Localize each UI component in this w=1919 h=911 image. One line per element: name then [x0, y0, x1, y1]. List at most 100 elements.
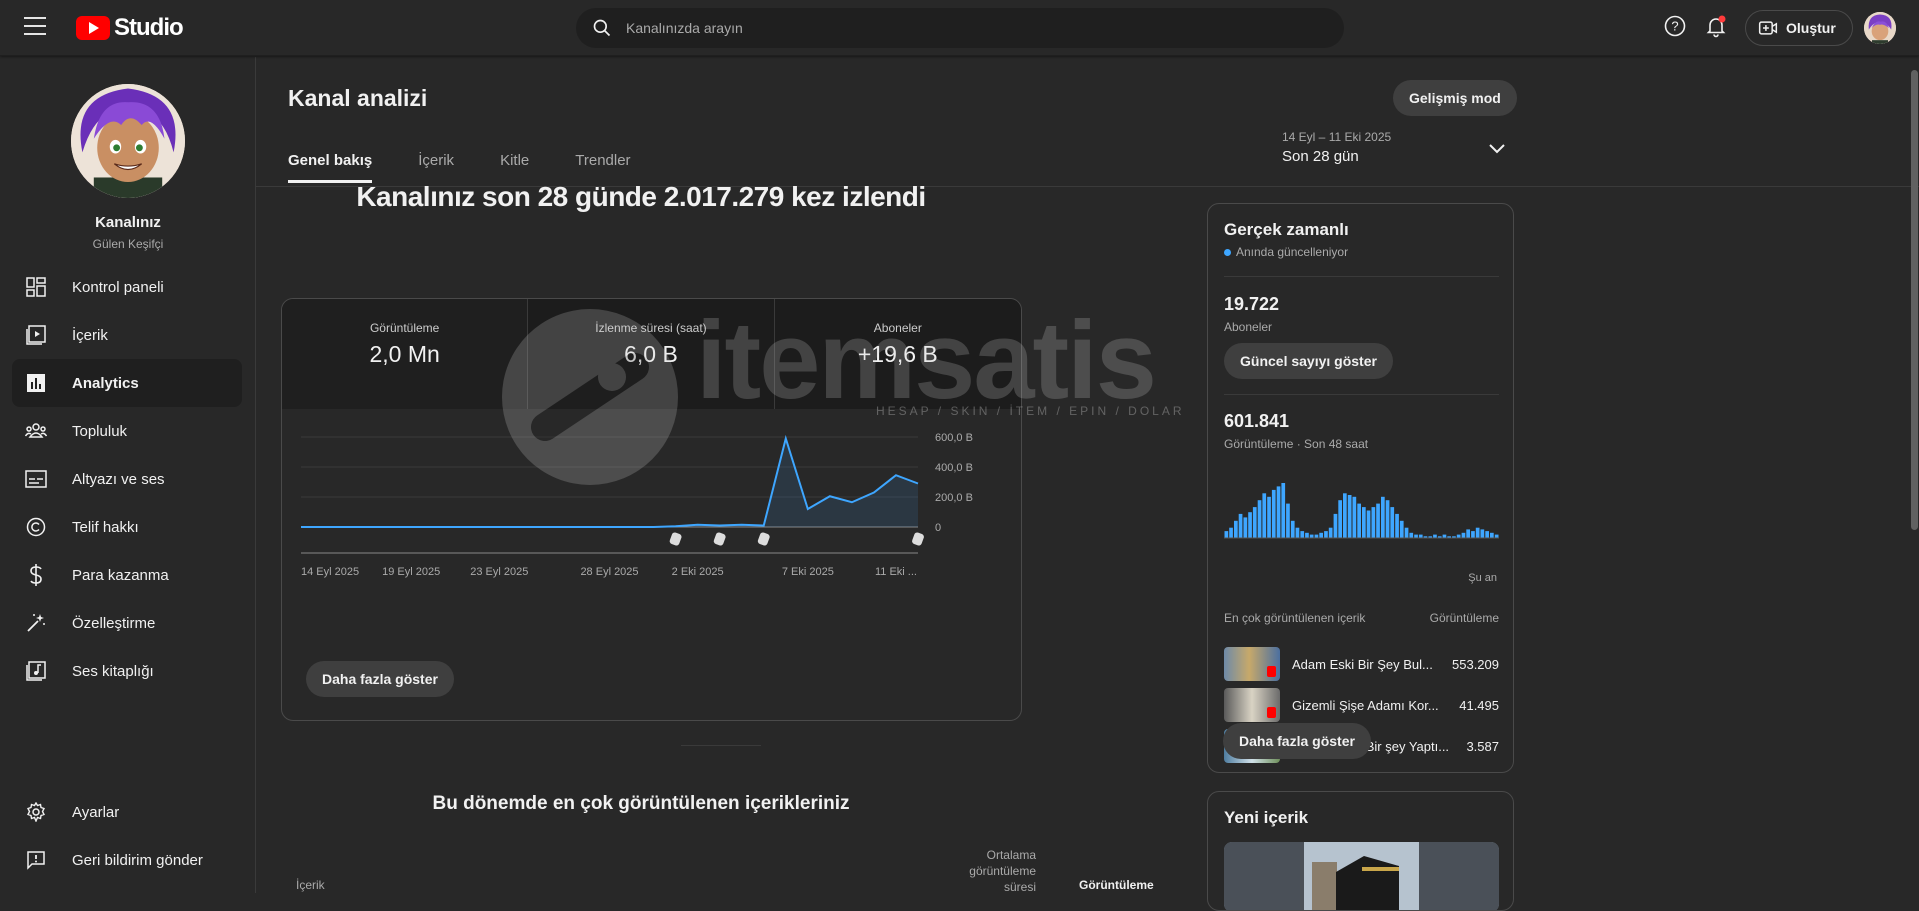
- sidebar-item-content[interactable]: İçerik: [12, 311, 242, 359]
- realtime-bar[interactable]: [1224, 531, 1229, 538]
- realtime-bar[interactable]: [1433, 534, 1437, 538]
- realtime-bar[interactable]: [1271, 489, 1276, 538]
- realtime-bar-chart[interactable]: [1224, 478, 1499, 558]
- metric-watch-time[interactable]: İzlenme süresi (saat) 6,0 B: [528, 299, 775, 409]
- realtime-bar[interactable]: [1252, 507, 1257, 538]
- upload-marker-icon[interactable]: [757, 532, 771, 547]
- sidebar-item-analytics[interactable]: Analytics: [12, 359, 242, 407]
- realtime-bar[interactable]: [1442, 534, 1447, 538]
- realtime-bar[interactable]: [1333, 513, 1338, 538]
- realtime-bar[interactable]: [1262, 493, 1267, 538]
- studio-logo[interactable]: Studio: [76, 14, 184, 42]
- realtime-bar[interactable]: [1490, 532, 1494, 538]
- realtime-bar[interactable]: [1395, 513, 1399, 538]
- date-range-picker[interactable]: 14 Eyl – 11 Eki 2025 Son 28 gün: [1282, 130, 1391, 165]
- tab-audience[interactable]: Kitle: [500, 152, 529, 183]
- sidebar-item-audio-library[interactable]: Ses kitaplığı: [12, 647, 242, 695]
- metric-subscribers[interactable]: Aboneler +19,6 B: [774, 299, 1021, 409]
- realtime-bar[interactable]: [1238, 513, 1243, 538]
- realtime-bar[interactable]: [1290, 520, 1295, 538]
- realtime-bar[interactable]: [1461, 532, 1466, 538]
- help-icon[interactable]: ?: [1663, 14, 1687, 38]
- realtime-bar[interactable]: [1357, 503, 1361, 538]
- realtime-bar[interactable]: [1480, 529, 1485, 538]
- realtime-bar[interactable]: [1475, 527, 1480, 538]
- sidebar-item-community[interactable]: Topluluk: [12, 407, 242, 455]
- account-avatar[interactable]: [1864, 12, 1896, 44]
- realtime-bar[interactable]: [1371, 507, 1376, 538]
- sidebar-item-subtitles[interactable]: Altyazı ve ses: [12, 455, 242, 503]
- chevron-down-icon[interactable]: [1488, 143, 1506, 155]
- realtime-bar[interactable]: [1352, 496, 1357, 539]
- realtime-bar[interactable]: [1295, 527, 1300, 538]
- create-button[interactable]: Oluştur: [1745, 10, 1853, 46]
- realtime-bar[interactable]: [1376, 503, 1380, 538]
- realtime-bar[interactable]: [1362, 507, 1366, 538]
- sidebar-item-feedback[interactable]: Geri bildirim gönder: [12, 836, 242, 884]
- realtime-bar[interactable]: [1418, 534, 1423, 538]
- sidebar-item-monetization[interactable]: Para kazanma: [12, 551, 242, 599]
- realtime-bar[interactable]: [1286, 503, 1290, 538]
- show-more-button[interactable]: Daha fazla göster: [306, 661, 454, 697]
- column-header-avg-duration[interactable]: Ortalama görüntüleme süresi: [956, 847, 1036, 895]
- realtime-bar[interactable]: [1300, 531, 1305, 538]
- realtime-bar[interactable]: [1414, 534, 1418, 538]
- tab-trends[interactable]: Trendler: [575, 152, 630, 183]
- realtime-bar[interactable]: [1248, 512, 1252, 538]
- show-current-count-button[interactable]: Güncel sayıyı göster: [1224, 343, 1393, 379]
- search-bar[interactable]: [576, 8, 1344, 48]
- realtime-bar[interactable]: [1338, 500, 1342, 538]
- channel-avatar[interactable]: [71, 84, 185, 198]
- realtime-bar[interactable]: [1243, 517, 1248, 538]
- realtime-bar[interactable]: [1347, 495, 1352, 538]
- realtime-bar[interactable]: [1267, 496, 1271, 539]
- realtime-bar[interactable]: [1466, 529, 1470, 538]
- realtime-bar[interactable]: [1409, 532, 1414, 538]
- realtime-bar[interactable]: [1390, 507, 1395, 538]
- search-input[interactable]: [626, 20, 1226, 36]
- realtime-bar[interactable]: [1319, 532, 1323, 538]
- list-item[interactable]: Gizemli Şişe Adamı Kor... 41.495: [1224, 688, 1499, 722]
- sidebar-item-dashboard[interactable]: Kontrol paneli: [12, 263, 242, 311]
- sidebar-item-settings[interactable]: Ayarlar: [12, 788, 242, 836]
- list-item[interactable]: Adam Eski Bir Şey Bul... 553.209: [1224, 647, 1499, 681]
- new-content-thumbnail[interactable]: [1224, 842, 1499, 910]
- realtime-bar[interactable]: [1385, 500, 1390, 538]
- column-header-views[interactable]: Görüntüleme: [1079, 878, 1154, 892]
- realtime-bar[interactable]: [1456, 534, 1461, 538]
- menu-icon[interactable]: [24, 17, 46, 35]
- realtime-bar[interactable]: [1257, 500, 1262, 538]
- realtime-bar[interactable]: [1314, 534, 1319, 538]
- sidebar-item-copyright[interactable]: Telif hakkı: [12, 503, 242, 551]
- channel-subtitle: Gülen Keşifçi: [92, 237, 164, 251]
- metric-views[interactable]: Görüntüleme 2,0 Mn: [282, 299, 529, 409]
- tab-content[interactable]: İçerik: [418, 152, 454, 183]
- realtime-bar[interactable]: [1471, 531, 1475, 538]
- realtime-bar[interactable]: [1281, 483, 1286, 538]
- views-chart[interactable]: 600,0 B 400,0 B 200,0 B 0 14 Eyl 2025 19 Eyl …: [282, 409, 1022, 649]
- scrollbar[interactable]: [1911, 70, 1918, 530]
- realtime-bar[interactable]: [1399, 520, 1404, 538]
- tab-overview[interactable]: Genel bakış: [288, 152, 373, 183]
- sidebar-item-customization[interactable]: Özelleştirme: [12, 599, 242, 647]
- realtime-bar[interactable]: [1309, 534, 1314, 538]
- advanced-mode-button[interactable]: Gelişmiş mod: [1393, 80, 1517, 116]
- realtime-bar[interactable]: [1366, 510, 1371, 539]
- upload-marker-icon[interactable]: [911, 532, 925, 547]
- notifications-icon[interactable]: [1704, 14, 1728, 38]
- realtime-show-more-button[interactable]: Daha fazla göster: [1223, 723, 1371, 759]
- realtime-bar[interactable]: [1305, 532, 1309, 538]
- column-header-content[interactable]: İçerik: [296, 878, 325, 892]
- realtime-bar[interactable]: [1485, 531, 1489, 538]
- realtime-bar[interactable]: [1404, 527, 1409, 538]
- realtime-bar[interactable]: [1276, 486, 1281, 538]
- realtime-bar[interactable]: [1494, 534, 1499, 538]
- realtime-bar[interactable]: [1381, 496, 1385, 539]
- realtime-bar[interactable]: [1328, 527, 1333, 538]
- realtime-bar[interactable]: [1324, 531, 1328, 538]
- upload-marker-icon[interactable]: [713, 532, 727, 547]
- realtime-bar[interactable]: [1234, 520, 1238, 538]
- realtime-bar[interactable]: [1229, 527, 1233, 538]
- upload-marker-icon[interactable]: [669, 532, 683, 547]
- realtime-bar[interactable]: [1343, 493, 1347, 538]
